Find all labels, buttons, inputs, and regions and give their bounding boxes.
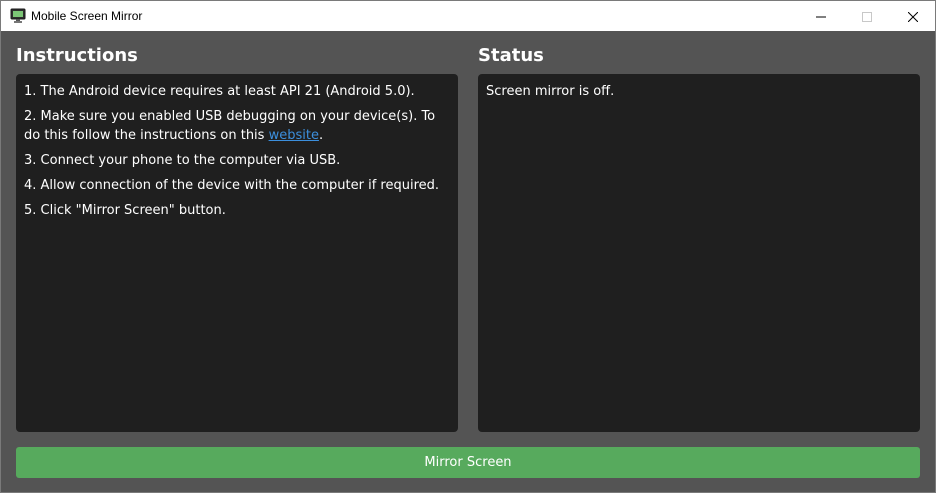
instruction-item-4: 4. Allow connection of the device with t… bbox=[24, 178, 440, 193]
status-panel: Screen mirror is off. bbox=[478, 74, 920, 432]
mirror-screen-button[interactable]: Mirror Screen bbox=[16, 447, 920, 478]
close-button[interactable] bbox=[890, 1, 936, 31]
maximize-icon bbox=[862, 7, 872, 26]
maximize-button[interactable] bbox=[844, 1, 890, 31]
title-bar[interactable]: Mobile Screen Mirror bbox=[1, 1, 935, 31]
instructions-panel: 1. The Android device requires at least … bbox=[16, 74, 458, 432]
monitor-icon bbox=[10, 8, 26, 24]
status-heading: Status bbox=[478, 45, 544, 66]
instruction-item-2-suffix: . bbox=[318, 128, 324, 143]
instruction-item-1: 1. The Android device requires at least … bbox=[24, 84, 415, 99]
website-link[interactable]: website bbox=[269, 128, 319, 143]
instructions-heading: Instructions bbox=[16, 45, 138, 66]
main-content: Instructions Status 1. The Android devic… bbox=[1, 31, 935, 492]
window-title: Mobile Screen Mirror bbox=[31, 9, 143, 23]
status-message: Screen mirror is off. bbox=[486, 84, 615, 99]
close-icon bbox=[907, 7, 919, 26]
minimize-icon bbox=[816, 7, 826, 26]
instruction-item-5: 5. Click "Mirror Screen" button. bbox=[24, 203, 226, 218]
instruction-item-3: 3. Connect your phone to the computer vi… bbox=[24, 153, 341, 168]
app-window: Mobile Screen Mirror Instructions Status… bbox=[0, 0, 936, 493]
instruction-item-2-text: 2. Make sure you enabled USB debugging o… bbox=[24, 109, 436, 143]
minimize-button[interactable] bbox=[798, 1, 844, 31]
instruction-item-2: 2. Make sure you enabled USB debugging o… bbox=[24, 107, 450, 145]
